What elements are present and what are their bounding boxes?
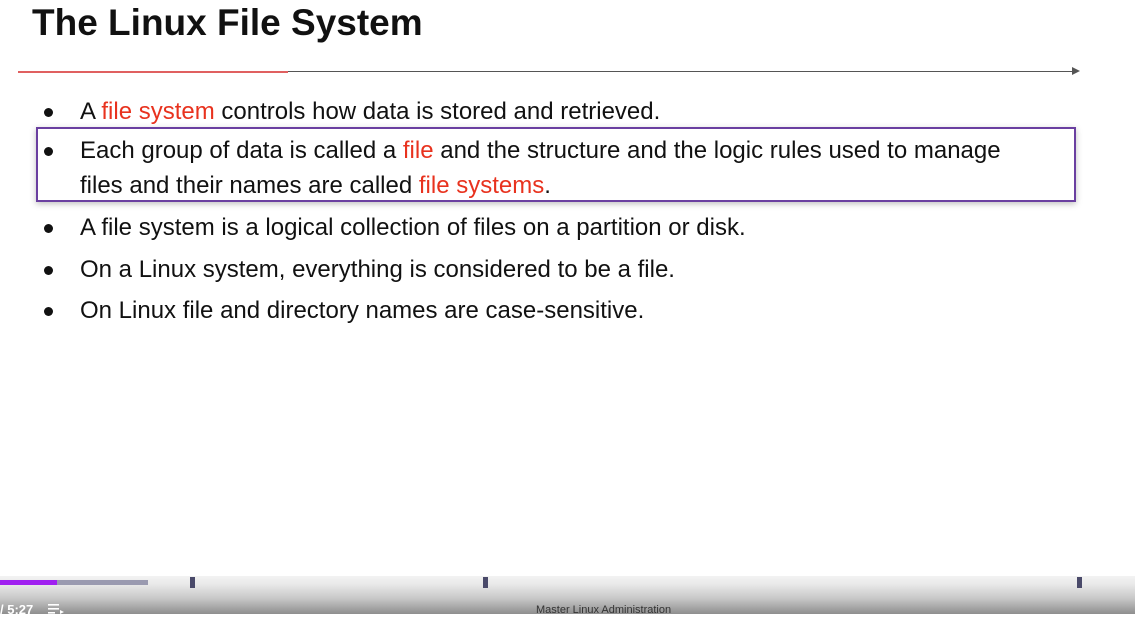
bullet-1: A file system controls how data is store… (80, 94, 1080, 129)
bullet-2-line-1: Each group of data is called a file and … (80, 133, 1080, 168)
bullet-4: On a Linux system, everything is conside… (80, 252, 1080, 287)
video-title: Master Linux Administration (536, 604, 672, 616)
bullet-text: controls how data is stored and retrieve… (214, 98, 661, 125)
bullet-5: On Linux file and directory names are ca… (80, 293, 1080, 328)
bullet-text: On a Linux system, everything is conside… (80, 256, 675, 283)
bullet-dot-3 (44, 224, 53, 233)
bullet-dot-1 (44, 108, 53, 117)
title-divider-accent (18, 71, 288, 73)
slide: The Linux File System A file system cont… (0, 0, 1135, 580)
highlighted-term: file system (101, 98, 215, 125)
bullet-dot-5 (44, 307, 53, 316)
bullet-2-line-2: files and their names are called file sy… (80, 168, 1080, 203)
video-time: / 5:27 (0, 602, 34, 617)
chapter-marker[interactable] (1077, 577, 1082, 588)
bullet-dot-2 (44, 147, 53, 156)
bullet-text: . (544, 172, 551, 199)
highlighted-term: file systems (418, 172, 545, 199)
bullet-3: A file system is a logical collection of… (80, 210, 1080, 245)
bullet-text: A (80, 98, 102, 125)
chapter-marker[interactable] (483, 577, 488, 588)
highlighted-term: file (402, 137, 434, 164)
chapter-marker[interactable] (190, 577, 195, 588)
chapters-list-icon[interactable] (48, 603, 64, 615)
bullet-dot-4 (44, 266, 53, 275)
bullet-text: A file system is a logical collection of… (80, 214, 746, 241)
progress-played[interactable] (0, 580, 57, 585)
slide-title: The Linux File System (32, 2, 423, 43)
divider-arrow-icon (1072, 67, 1080, 75)
bullet-text: files and their names are called (80, 172, 419, 199)
bullet-text: and the structure and the logic rules us… (433, 137, 1001, 164)
bullet-text: On Linux file and directory names are ca… (80, 297, 645, 324)
bullet-text: Each group of data is called a (80, 137, 403, 164)
